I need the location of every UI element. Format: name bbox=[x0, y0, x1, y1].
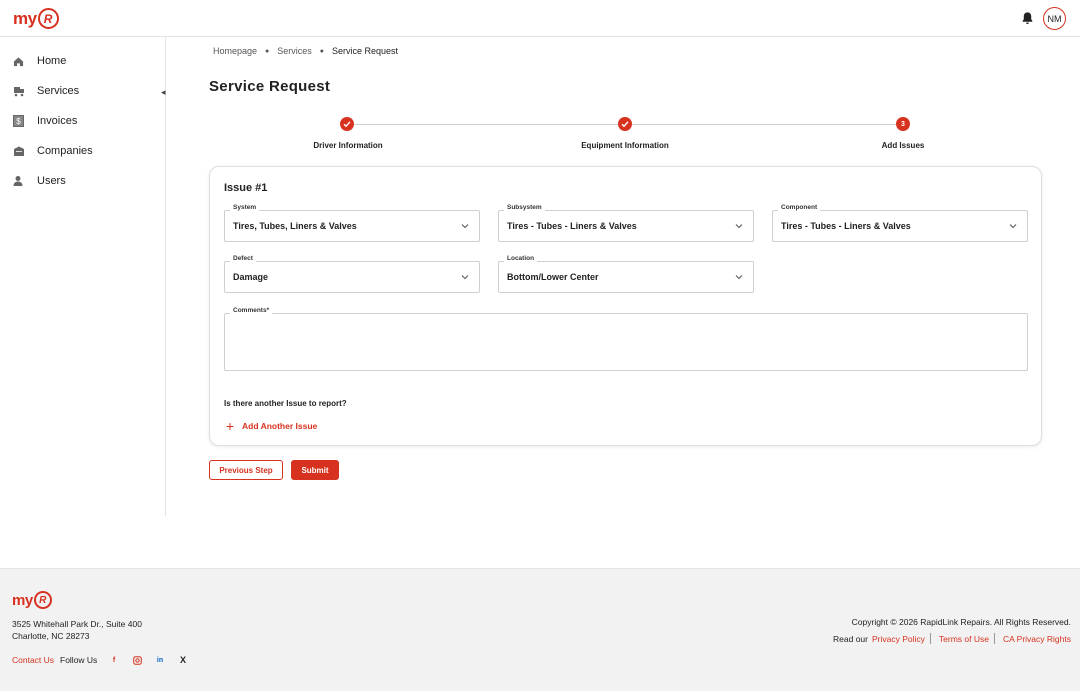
truck-icon bbox=[12, 85, 25, 98]
footer-myr-logo[interactable]: my R bbox=[12, 591, 52, 609]
previous-step-button[interactable]: Previous Step bbox=[209, 460, 283, 480]
step-label-issues: Add Issues bbox=[881, 141, 925, 150]
add-another-issue-label: Add Another Issue bbox=[242, 421, 318, 431]
sidebar-item-services[interactable]: Services bbox=[0, 79, 165, 103]
sidebar-item-users[interactable]: Users bbox=[0, 169, 165, 193]
follow-us-label: Follow Us bbox=[60, 655, 98, 665]
defect-select[interactable]: Defect Damage bbox=[224, 255, 480, 293]
defect-value: Damage bbox=[233, 272, 269, 282]
divider bbox=[993, 633, 995, 644]
linkedin-icon[interactable]: in bbox=[154, 654, 166, 666]
x-twitter-icon[interactable]: X bbox=[177, 654, 189, 666]
sidebar-item-home[interactable]: Home bbox=[0, 49, 165, 73]
footer: my R 3525 Whitehall Park Dr., Suite 400 … bbox=[0, 568, 1080, 691]
component-select[interactable]: Component Tires - Tubes - Liners & Valve… bbox=[772, 204, 1028, 242]
chevron-down-icon bbox=[1009, 224, 1017, 229]
instagram-icon[interactable] bbox=[131, 654, 143, 666]
breadcrumb-separator-icon: ● bbox=[265, 47, 270, 55]
terms-of-use-link[interactable]: Terms of Use bbox=[939, 634, 989, 644]
copyright-text: Copyright © 2026 RapidLink Repairs. All … bbox=[851, 617, 1071, 627]
component-label: Component bbox=[778, 204, 821, 211]
plus-icon: + bbox=[225, 418, 235, 434]
chevron-down-icon bbox=[461, 224, 469, 229]
sidebar-item-label: Home bbox=[37, 55, 67, 67]
building-icon bbox=[12, 145, 25, 158]
logo-badge: R bbox=[37, 8, 59, 29]
svg-text:$: $ bbox=[16, 117, 21, 126]
sidebar: Home Services $ Invoices Companies Users… bbox=[0, 37, 166, 516]
page-title: Service Request bbox=[209, 78, 331, 95]
breadcrumb-services[interactable]: Services bbox=[277, 46, 312, 56]
read-our-label: Read our bbox=[833, 633, 868, 644]
chevron-down-icon bbox=[461, 275, 469, 280]
defect-label: Defect bbox=[230, 255, 256, 262]
chevron-down-icon bbox=[735, 224, 743, 229]
divider bbox=[929, 633, 931, 644]
another-issue-question: Is there another Issue to report? bbox=[224, 399, 347, 408]
step-label-equipment: Equipment Information bbox=[581, 141, 669, 150]
logo-text: my bbox=[13, 8, 37, 28]
address-line-2: Charlotte, NC 28273 bbox=[12, 631, 90, 641]
chevron-down-icon bbox=[735, 275, 743, 280]
issue-title: Issue #1 bbox=[224, 182, 268, 194]
breadcrumb-homepage[interactable]: Homepage bbox=[213, 46, 257, 56]
logo-badge: R bbox=[33, 591, 52, 609]
breadcrumb: Homepage ● Services ● Service Request bbox=[213, 46, 398, 56]
system-select[interactable]: System Tires, Tubes, Liners & Valves bbox=[224, 204, 480, 242]
breadcrumb-current: Service Request bbox=[332, 46, 399, 56]
privacy-policy-link[interactable]: Privacy Policy bbox=[872, 634, 925, 644]
step-1-complete-check-icon bbox=[340, 117, 354, 131]
sidebar-collapse-caret-icon[interactable]: ◂ bbox=[161, 87, 166, 98]
facebook-icon[interactable]: f bbox=[108, 654, 120, 666]
step-3-number: 3 bbox=[896, 117, 910, 131]
subsystem-label: Subsystem bbox=[504, 204, 545, 211]
stepper-line bbox=[354, 124, 618, 125]
subsystem-select[interactable]: Subsystem Tires - Tubes - Liners & Valve… bbox=[498, 204, 754, 242]
myr-logo[interactable]: my R bbox=[13, 8, 59, 29]
contact-us-link[interactable]: Contact Us bbox=[12, 655, 54, 665]
comments-label: Comments* bbox=[230, 307, 273, 314]
comments-textarea[interactable]: Comments* bbox=[224, 307, 1028, 371]
submit-button[interactable]: Submit bbox=[291, 460, 339, 480]
top-header: my R NM bbox=[0, 0, 1080, 37]
location-select[interactable]: Location Bottom/Lower Center bbox=[498, 255, 754, 293]
invoice-dollar-icon: $ bbox=[12, 115, 25, 128]
sidebar-item-invoices[interactable]: $ Invoices bbox=[0, 109, 165, 133]
issue-card: Issue #1 System Tires, Tubes, Liners & V… bbox=[209, 166, 1042, 446]
system-label: System bbox=[230, 204, 260, 211]
sidebar-item-companies[interactable]: Companies bbox=[0, 139, 165, 163]
add-another-issue-button[interactable]: + Add Another Issue bbox=[224, 418, 318, 434]
user-avatar[interactable]: NM bbox=[1043, 7, 1066, 30]
sidebar-item-label: Users bbox=[37, 175, 66, 187]
location-value: Bottom/Lower Center bbox=[507, 272, 599, 282]
sidebar-item-label: Invoices bbox=[37, 115, 78, 127]
sidebar-item-label: Companies bbox=[37, 145, 93, 157]
breadcrumb-separator-icon: ● bbox=[319, 47, 325, 55]
logo-text: my bbox=[12, 591, 33, 609]
stepper-line bbox=[632, 124, 896, 125]
step-2-complete-check-icon bbox=[618, 117, 632, 131]
legal-links: Read our Privacy Policy Terms of Use CA … bbox=[833, 633, 1071, 644]
system-value: Tires, Tubes, Liners & Valves bbox=[233, 221, 357, 231]
address-line-1: 3525 Whitehall Park Dr., Suite 400 bbox=[12, 619, 142, 629]
users-icon bbox=[12, 175, 25, 188]
step-label-driver: Driver Information bbox=[313, 141, 383, 150]
location-label: Location bbox=[504, 255, 538, 262]
notification-bell-icon[interactable] bbox=[1021, 11, 1034, 25]
subsystem-value: Tires - Tubes - Liners & Valves bbox=[507, 221, 637, 231]
sidebar-item-label: Services bbox=[37, 85, 80, 97]
home-icon bbox=[12, 55, 25, 68]
ca-privacy-rights-link[interactable]: CA Privacy Rights bbox=[1003, 634, 1071, 644]
component-value: Tires - Tubes - Liners & Valves bbox=[781, 221, 911, 231]
